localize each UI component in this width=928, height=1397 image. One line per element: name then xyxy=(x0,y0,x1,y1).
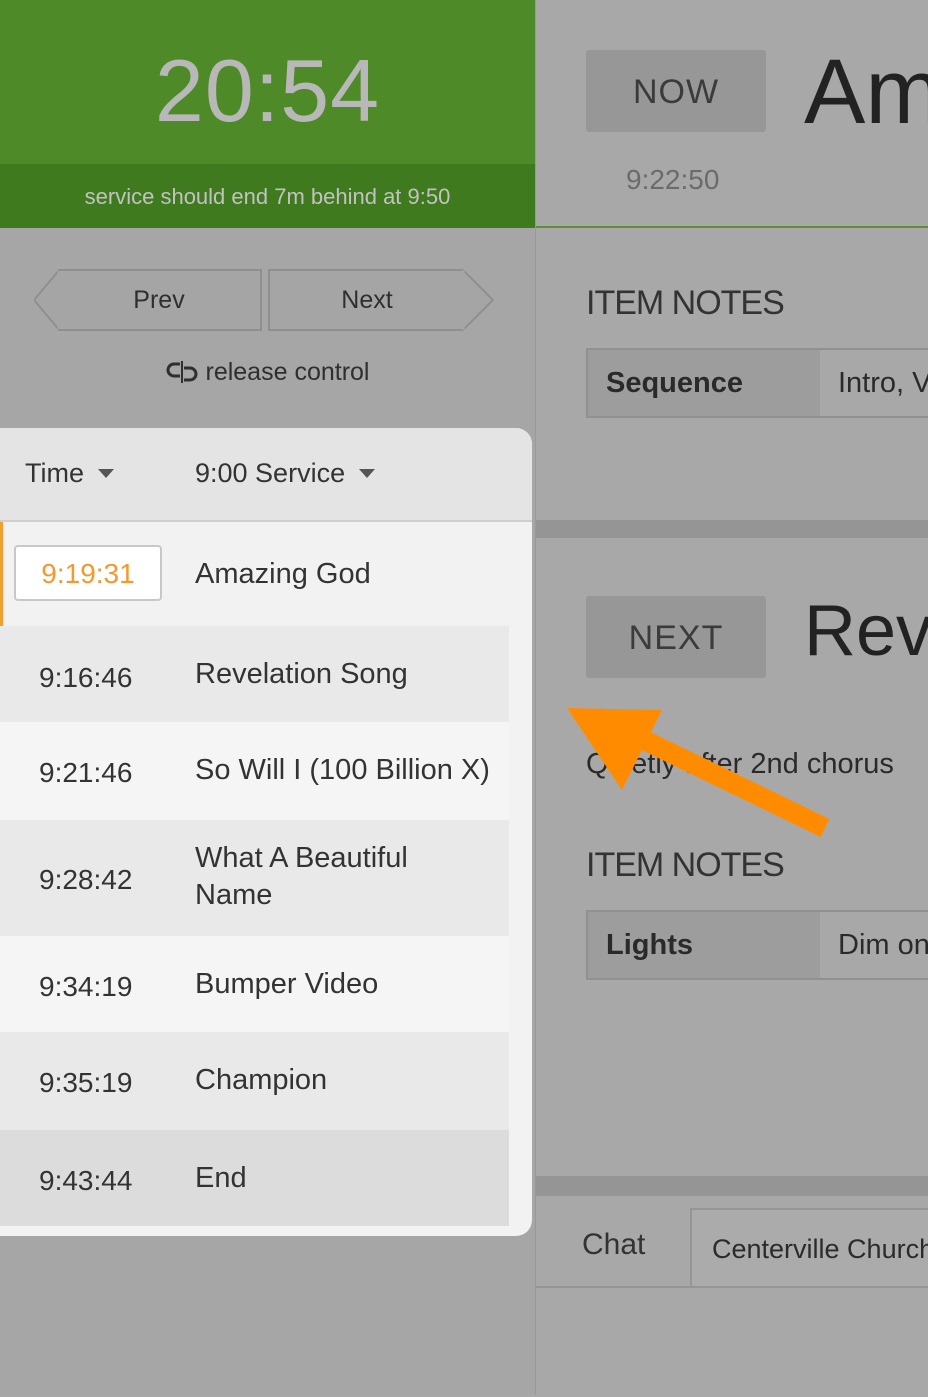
release-control-label: release control xyxy=(205,358,370,386)
right-column: NOW Am 9:22:50 ITEM NOTES Sequence Intro… xyxy=(535,0,928,1395)
current-item-time: 9:19:31 xyxy=(14,545,162,601)
plan-item-row[interactable]: 9:35:19 Champion xyxy=(0,1032,509,1130)
plan-item-name: Amazing God xyxy=(195,558,371,590)
now-item-time: 9:22:50 xyxy=(626,164,720,195)
section-divider xyxy=(536,520,928,538)
note-key: Lights xyxy=(588,912,820,978)
plan-item-row[interactable]: 9:21:46 So Will I (100 Billion X) xyxy=(0,722,509,820)
time-column-dropdown[interactable]: Time xyxy=(25,458,114,489)
service-timer: 20:54 service should end 7m behind at 9:… xyxy=(0,0,535,228)
note-value: Intro, V xyxy=(838,366,928,399)
tab-chat[interactable]: Chat xyxy=(582,1228,645,1262)
now-item-title: Am xyxy=(804,41,928,143)
now-item-notes-table: Sequence Intro, V xyxy=(586,348,928,418)
plan-item-time: 9:34:19 xyxy=(39,971,133,1002)
prev-arrow-cap[interactable] xyxy=(34,269,60,331)
plan-item-row-current[interactable]: 9:19:31 Amazing God xyxy=(0,522,509,626)
next-item-comment: Quietly after 2nd chorus xyxy=(586,748,894,780)
plan-item-row[interactable]: 9:43:44 End xyxy=(0,1130,509,1226)
plan-item-row[interactable]: 9:34:19 Bumper Video xyxy=(0,936,509,1032)
plan-item-time: 9:28:42 xyxy=(39,864,133,895)
service-dropdown[interactable]: 9:00 Service xyxy=(195,458,376,489)
release-control-icon xyxy=(166,361,197,383)
section-divider xyxy=(536,1176,928,1196)
plan-items-list: 9:19:31 Amazing God 9:16:46 Revelation S… xyxy=(0,522,509,1226)
plan-item-time: 9:43:44 xyxy=(39,1165,133,1196)
now-badge: NOW xyxy=(586,50,766,132)
prev-button[interactable]: Prev xyxy=(58,269,262,331)
plan-item-name: Revelation Song xyxy=(195,658,408,690)
release-control-link[interactable]: release control xyxy=(0,358,535,387)
now-item-notes-label: ITEM NOTES xyxy=(586,284,785,322)
plan-item-time: 9:21:46 xyxy=(39,757,133,788)
note-key: Sequence xyxy=(588,350,820,416)
next-item-title: Reve xyxy=(804,591,928,671)
next-arrow-cap[interactable] xyxy=(462,269,494,331)
next-item-notes-label: ITEM NOTES xyxy=(586,846,785,884)
chat-tabs: Chat Centerville Church xyxy=(536,1196,928,1286)
plan-item-row[interactable]: 9:28:42 What A Beautiful Name xyxy=(0,820,509,936)
time-column-label: Time xyxy=(25,458,84,488)
left-column: 20:54 service should end 7m behind at 9:… xyxy=(0,0,535,1395)
now-section: NOW Am 9:22:50 xyxy=(536,0,928,228)
plan-item-time: 9:35:19 xyxy=(39,1067,133,1098)
tab-centerville-church[interactable]: Centerville Church xyxy=(690,1208,928,1286)
note-value: Dim on xyxy=(838,928,928,961)
next-item-notes-table: Lights Dim on xyxy=(586,910,928,980)
chat-body xyxy=(536,1286,928,1397)
plan-list-header: Time 9:00 Service xyxy=(0,428,532,522)
timer-value: 20:54 xyxy=(154,41,381,140)
plan-item-name: So Will I (100 Billion X) xyxy=(195,754,490,786)
caret-down-icon xyxy=(98,469,114,478)
timer-status: service should end 7m behind at 9:50 xyxy=(0,164,535,228)
plan-item-name: What A Beautiful Name xyxy=(195,842,408,911)
caret-down-icon xyxy=(359,469,376,478)
plan-item-time: 9:16:46 xyxy=(39,662,133,693)
next-badge: NEXT xyxy=(586,596,766,678)
plan-list-panel: Time 9:00 Service 9:19:31 Amazing God 9:… xyxy=(0,428,532,1236)
plan-item-name: Champion xyxy=(195,1064,328,1096)
plan-item-name: Bumper Video xyxy=(195,968,379,1000)
next-button[interactable]: Next xyxy=(268,269,464,331)
plan-item-name: End xyxy=(195,1162,247,1194)
service-label: 9:00 Service xyxy=(195,458,346,488)
plan-item-row[interactable]: 9:16:46 Revelation Song xyxy=(0,626,509,722)
